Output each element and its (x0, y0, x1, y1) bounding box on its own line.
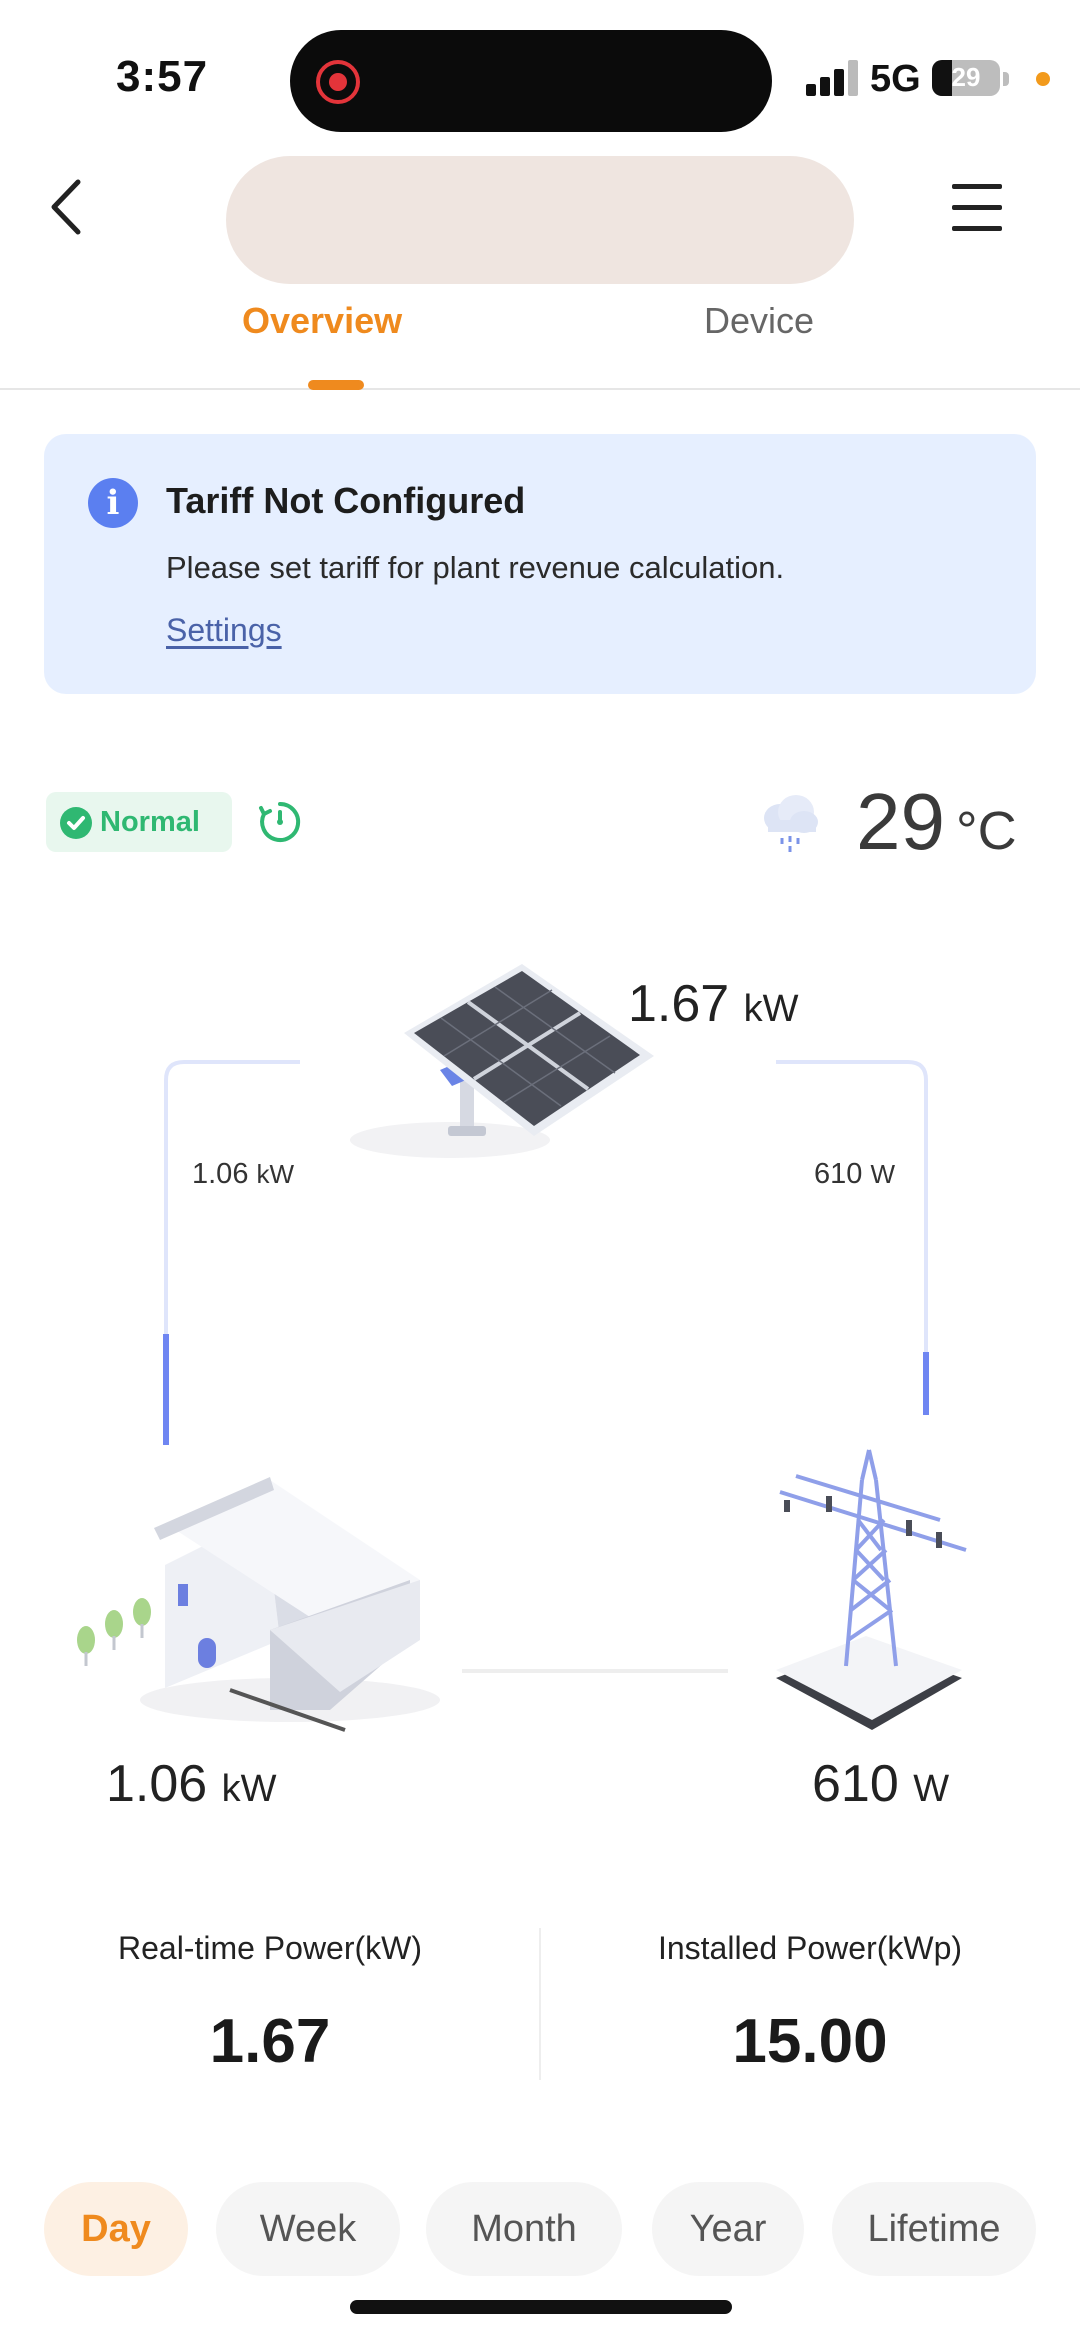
pv-to-home-value: 1.06 kW (192, 1158, 294, 1191)
battery-level: 29 (951, 62, 981, 92)
chevron-left-icon (51, 179, 81, 235)
tab-device[interactable]: Device (704, 300, 814, 342)
home-power-unit: kW (221, 1768, 277, 1810)
privacy-indicator-dot (1036, 72, 1050, 86)
refresh-timer-icon[interactable] (258, 800, 302, 844)
settings-link[interactable]: Settings (166, 612, 282, 649)
cellular-signal-icon (806, 60, 862, 96)
home-power-value: 1.06 kW (106, 1754, 277, 1814)
pv-to-home-number: 1.06 (192, 1158, 249, 1190)
period-tab-month[interactable]: Month (426, 2182, 622, 2276)
pv-power-unit: kW (743, 988, 799, 1030)
home-power-number: 1.06 (106, 1755, 208, 1813)
status-badge: Normal (46, 792, 232, 852)
status-bar: 3:57 5G 29 (0, 0, 1080, 150)
pv-home-flow-line (164, 1060, 300, 1445)
back-button[interactable] (44, 176, 94, 238)
pv-to-grid-value: 610 W (814, 1158, 895, 1191)
pv-to-grid-unit: W (870, 1159, 895, 1189)
installed-power-value: 15.00 (732, 2007, 888, 2076)
tariff-notice: i Tariff Not Configured Please set tarif… (44, 434, 1036, 694)
temperature-value: 29 (856, 777, 945, 866)
pv-power-number: 1.67 (628, 975, 730, 1033)
tab-overview[interactable]: Overview (242, 300, 402, 342)
transmission-tower-icon (776, 1449, 967, 1730)
period-tab-week[interactable]: Week (216, 2182, 400, 2276)
metrics-divider (539, 1928, 541, 2080)
period-tab-day[interactable]: Day (44, 2182, 188, 2276)
status-label: Normal (100, 806, 200, 838)
installed-power-label: Installed Power(kWp) (657, 1930, 963, 1966)
recording-icon (316, 60, 360, 104)
house-icon (77, 1477, 440, 1732)
battery-icon: 29 (932, 60, 1000, 96)
status-time: 3:57 (116, 52, 209, 101)
menu-button[interactable] (952, 184, 1008, 232)
realtime-power-value: 1.67 (209, 2007, 331, 2076)
rain-cloud-icon (758, 790, 824, 856)
energy-flow-diagram (77, 964, 967, 1732)
pv-power-value: 1.67 kW (628, 974, 799, 1034)
grid-power-value: 610 W (812, 1754, 949, 1814)
dynamic-island (290, 30, 772, 132)
period-tab-year[interactable]: Year (652, 2182, 804, 2276)
grid-power-number: 610 (812, 1755, 899, 1813)
check-circle-icon (60, 807, 92, 839)
period-tab-lifetime[interactable]: Lifetime (832, 2182, 1036, 2276)
pv-grid-flow-line (776, 1060, 928, 1415)
notice-title: Tariff Not Configured (166, 480, 526, 521)
home-indicator (350, 2300, 732, 2314)
solar-panel-icon (350, 964, 654, 1158)
temperature-unit: °C (956, 801, 1017, 861)
notice-body: Please set tariff for plant revenue calc… (166, 550, 785, 585)
tabs-divider (0, 388, 1080, 390)
grid-power-unit: W (913, 1768, 950, 1810)
tab-active-indicator (308, 380, 364, 390)
plant-name-field (226, 156, 854, 284)
battery-cap (1003, 72, 1009, 86)
network-type: 5G (870, 58, 921, 100)
realtime-power-label: Real-time Power(kW) (117, 1930, 423, 1966)
pv-to-grid-number: 610 (814, 1158, 863, 1190)
pv-to-home-unit: kW (256, 1159, 295, 1189)
info-icon: i (88, 478, 138, 528)
